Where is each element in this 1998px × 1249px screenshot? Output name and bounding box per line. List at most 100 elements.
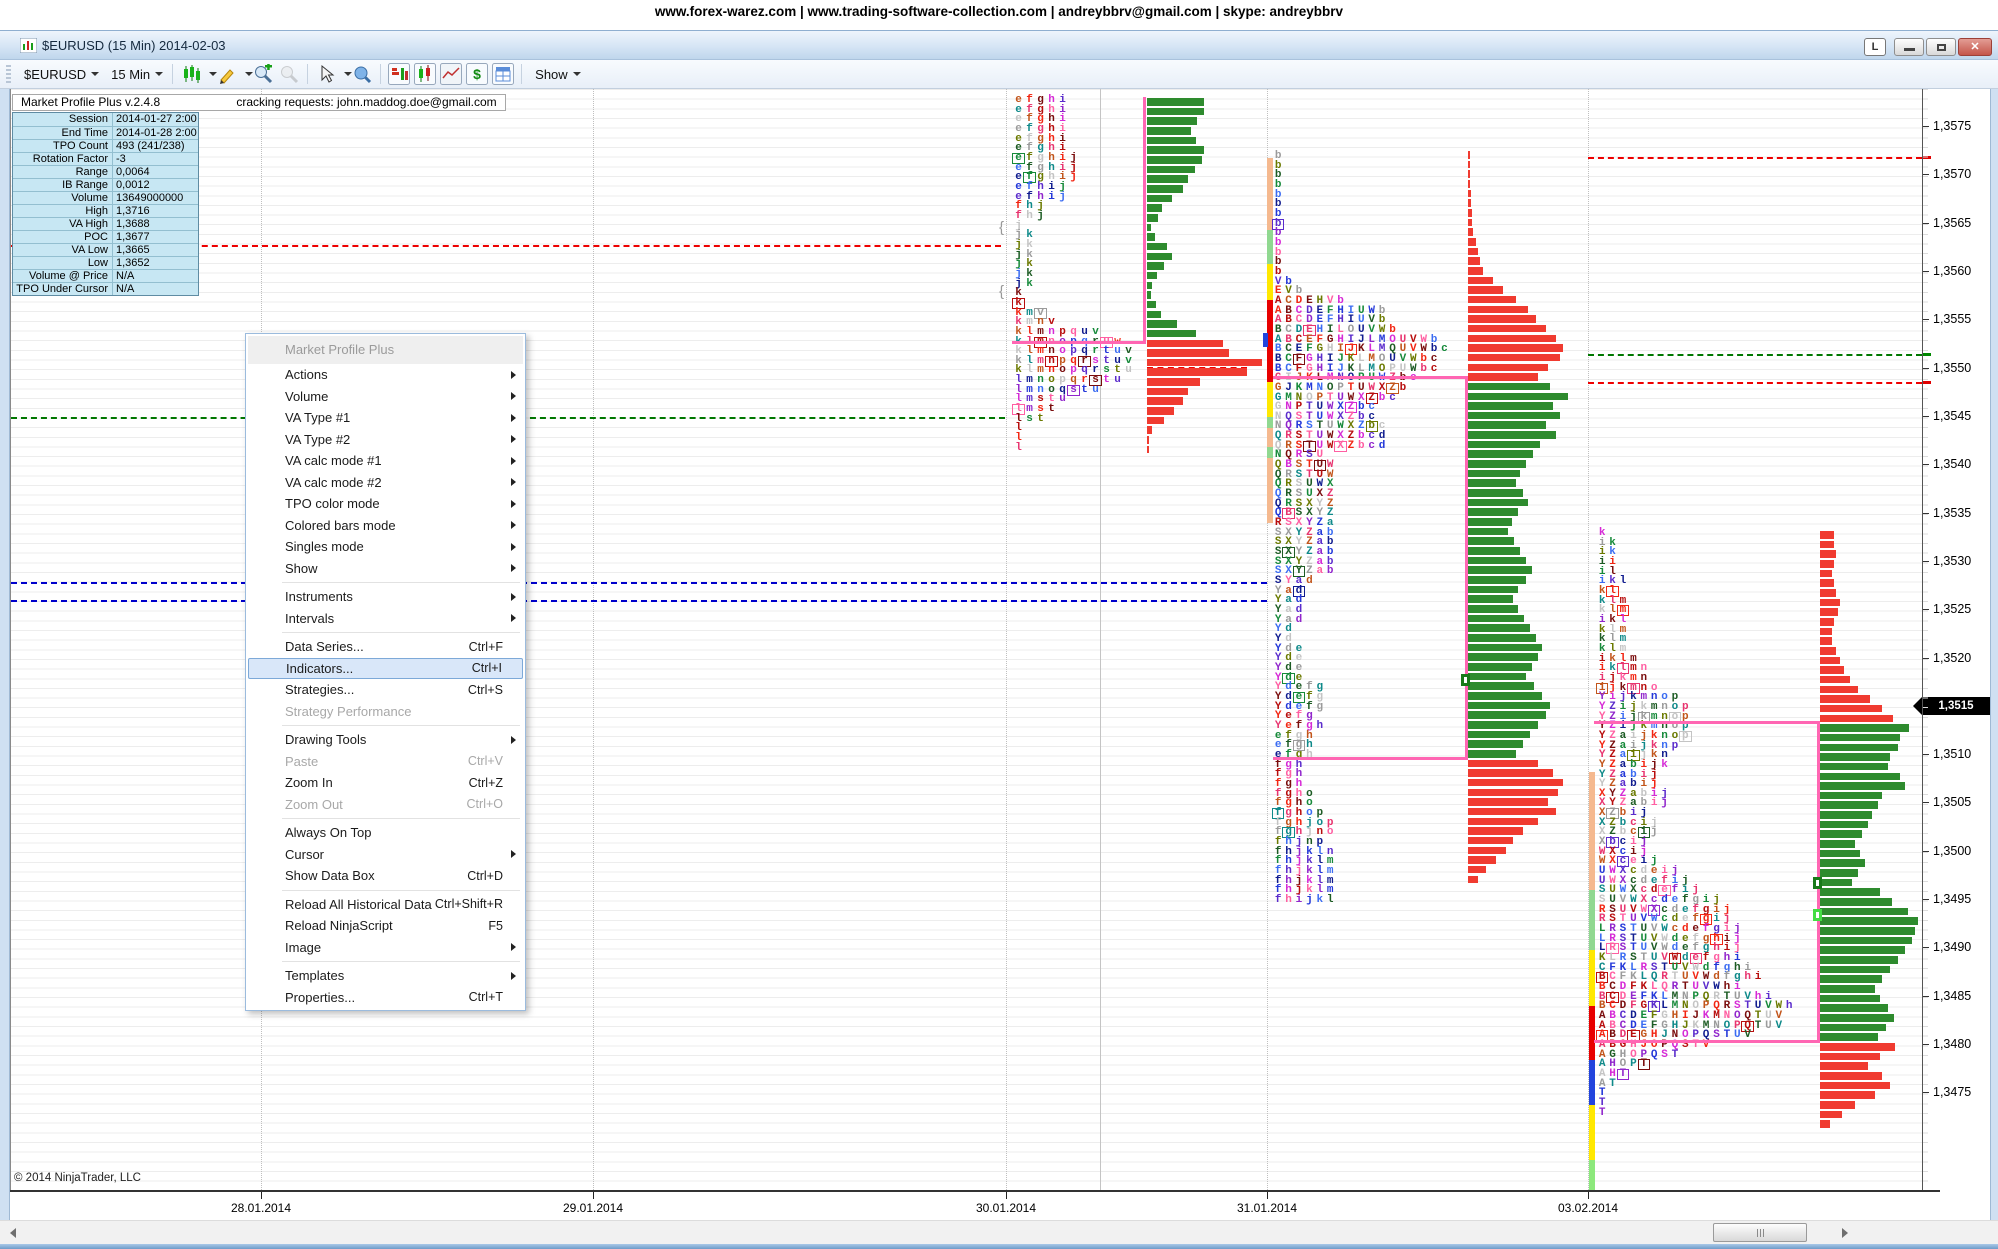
volume-histogram-bar	[1468, 808, 1556, 816]
date-tick	[1588, 1192, 1589, 1199]
volume-histogram-bar	[1820, 637, 1832, 645]
volume-histogram-bar	[1820, 773, 1900, 781]
menu-item-va-type-1[interactable]: VA Type #1	[248, 407, 523, 429]
menu-item-reload-ninjascript[interactable]: Reload NinjaScriptF5	[248, 915, 523, 937]
menu-item-templates[interactable]: Templates	[248, 965, 523, 987]
tpo-profile-1-row: efghij	[1013, 173, 1079, 182]
volume-histogram-bar	[1820, 686, 1858, 694]
volume-histogram-bar	[1468, 866, 1486, 874]
info-row-poc: POC1,3677	[13, 230, 198, 243]
price-label: 1,3550	[1933, 361, 1971, 375]
copyright-label: © 2014 NinjaTrader, LLC	[14, 1172, 141, 1184]
price-label: 1,3575	[1933, 119, 1971, 133]
menu-item-va-calc-mode-1[interactable]: VA calc mode #1	[248, 450, 523, 472]
menu-item-drawing-tools[interactable]: Drawing Tools	[248, 729, 523, 751]
volume-histogram-bar	[1468, 354, 1560, 362]
volume-histogram-bar	[1820, 1024, 1886, 1032]
volume-histogram-bar	[1468, 847, 1506, 855]
volume-histogram-bar	[1820, 1072, 1882, 1080]
menu-item-intervals[interactable]: Intervals	[248, 608, 523, 630]
tpo-profile-2-row: QRSTUW	[1273, 471, 1335, 480]
volume-histogram-bar	[1820, 821, 1868, 829]
menu-item-colored-bars-mode[interactable]: Colored bars mode	[248, 515, 523, 537]
dashed-price-line	[1588, 354, 1922, 356]
session-open-strip	[1589, 1160, 1595, 1190]
volume-histogram-bar	[1147, 368, 1247, 376]
price-label: 1,3525	[1933, 602, 1971, 616]
volume-histogram-bar	[1820, 975, 1882, 983]
volume-histogram-bar	[1820, 666, 1844, 674]
volume-histogram-bar	[1147, 320, 1177, 328]
menu-item-va-type-2[interactable]: VA Type #2	[248, 429, 523, 451]
menu-item-zoom-in[interactable]: Zoom InCtrl+Z	[248, 772, 523, 794]
volume-histogram-bar	[1147, 175, 1188, 183]
volume-histogram-bar	[1147, 214, 1158, 222]
volume-histogram-bar	[1468, 557, 1526, 565]
menu-item-indicators[interactable]: Indicators...Ctrl+I	[248, 658, 523, 680]
menu-item-reload-all-historical-data[interactable]: Reload All Historical DataCtrl+Shift+R	[248, 894, 523, 916]
volume-histogram-bar	[1468, 682, 1534, 690]
info-row-session: Session2014-01-27 2:00	[13, 113, 198, 126]
info-label: Range	[13, 166, 113, 178]
menu-item-image[interactable]: Image	[248, 937, 523, 959]
volume-histogram-bar	[1147, 137, 1196, 145]
scrollbar-thumb[interactable]	[1713, 1223, 1807, 1242]
scroll-left-arrow[interactable]	[10, 1228, 16, 1238]
menu-item-cursor[interactable]: Cursor	[248, 844, 523, 866]
volume-histogram-bar	[1147, 224, 1151, 232]
submenu-arrow-icon	[511, 543, 516, 551]
menu-item-always-on-top[interactable]: Always On Top	[248, 822, 523, 844]
session-gridline	[593, 89, 594, 1192]
volume-histogram-bar	[1147, 359, 1262, 367]
volume-histogram-bar	[1468, 537, 1514, 545]
volume-histogram-bar	[1820, 1053, 1880, 1061]
volume-histogram-bar	[1820, 859, 1865, 867]
volume-histogram-bar	[1820, 1120, 1830, 1128]
menu-item-instruments[interactable]: Instruments	[248, 586, 523, 608]
volume-histogram-bar	[1147, 397, 1183, 405]
volume-histogram-bar	[1468, 180, 1470, 188]
volume-histogram-bar	[1147, 349, 1229, 357]
tpo-profile-3-row: BCDFKLQRTUVWhi	[1597, 983, 1742, 992]
tpo-profile-1-row: efghij	[1013, 164, 1079, 173]
submenu-arrow-icon	[511, 457, 516, 465]
volume-histogram-bar	[1820, 531, 1834, 539]
horizontal-scrollbar[interactable]	[0, 1220, 1998, 1244]
price-label: 1,3510	[1933, 747, 1971, 761]
volume-histogram-bar	[1468, 576, 1526, 584]
submenu-arrow-icon	[511, 414, 516, 422]
volume-histogram-bar	[1820, 888, 1880, 896]
tpo-profile-3-row: LRSTUVWdefghij	[1597, 935, 1742, 944]
tpo-profile-1-row: l	[1013, 444, 1024, 453]
info-row-high: High1,3716	[13, 204, 198, 217]
info-row-tpo-count: TPO Count493 (241/238)	[13, 139, 198, 152]
menu-item-singles-mode[interactable]: Singles mode	[248, 536, 523, 558]
volume-histogram-bar	[1820, 869, 1858, 877]
volume-histogram-bar	[1147, 146, 1204, 154]
date-label: 28.01.2014	[231, 1201, 291, 1215]
menu-item-show-data-box[interactable]: Show Data BoxCtrl+D	[248, 865, 523, 887]
menu-item-properties[interactable]: Properties...Ctrl+T	[248, 987, 523, 1009]
info-label: VA Low	[13, 244, 113, 256]
menu-item-tpo-color-mode[interactable]: TPO color mode	[248, 493, 523, 515]
info-value: N/A	[113, 270, 198, 282]
tpo-profile-2-row: QBSXYZ	[1273, 509, 1335, 518]
info-label: Low	[13, 257, 113, 269]
menu-item-actions[interactable]: Actions	[248, 364, 523, 386]
chart-bottom-border	[10, 1190, 1940, 1192]
menu-item-strategies[interactable]: Strategies...Ctrl+S	[248, 679, 523, 701]
submenu-arrow-icon	[511, 614, 516, 622]
menu-item-data-series[interactable]: Data Series...Ctrl+F	[248, 636, 523, 658]
value-area-outline	[1465, 376, 1468, 757]
menu-item-show[interactable]: Show	[248, 558, 523, 580]
tpo-profile-2-row: QRSUXZ	[1273, 490, 1335, 499]
volume-histogram-bar	[1820, 1033, 1878, 1041]
tpo-profile-2-row: SXYZab	[1273, 558, 1335, 567]
tpo-profile-3-row: WXceij	[1597, 857, 1659, 866]
scroll-right-arrow[interactable]	[1842, 1228, 1848, 1238]
info-label: End Time	[13, 127, 113, 139]
volume-histogram-bar	[1820, 1082, 1890, 1090]
volume-histogram-bar	[1820, 782, 1905, 790]
menu-item-va-calc-mode-2[interactable]: VA calc mode #2	[248, 472, 523, 494]
menu-item-volume[interactable]: Volume	[248, 386, 523, 408]
